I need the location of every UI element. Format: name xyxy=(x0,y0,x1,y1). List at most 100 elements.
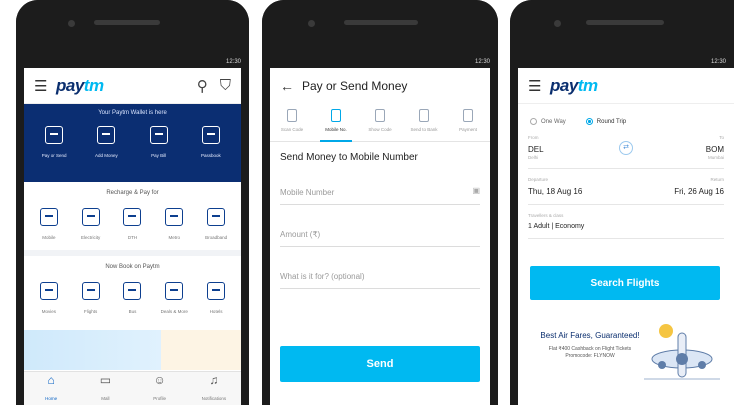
nav-label: Profile xyxy=(153,395,166,401)
tile-label: Metro xyxy=(168,235,181,240)
mobile-field-wrap: ▣ xyxy=(280,181,480,205)
form-title: Send Money to Mobile Number xyxy=(280,152,418,163)
app-header: ☰ paytm ⚲ ⛉ xyxy=(24,68,241,104)
return-date[interactable]: Return Fri, 26 Aug 16 xyxy=(674,177,724,196)
flights-screen: ☰ paytm One Way Round Trip From DEL Delh… xyxy=(518,68,734,405)
book-row: Movies Flights Bus Deals & More Hotels xyxy=(24,282,241,324)
tile-label: Bus xyxy=(128,309,137,314)
travellers-selector[interactable]: Travellers & class 1 Adult | Economy xyxy=(528,211,724,239)
camera-dot xyxy=(68,20,75,27)
tab-send-bank[interactable]: Send to Bank xyxy=(402,104,446,141)
payment-icon xyxy=(463,109,473,122)
ad-subtext: Flat ₹400 Cashback on Flight Tickets Pro… xyxy=(548,346,632,359)
bottom-nav: ⌂ Home ▭ Mall ☺ Profile ♫ Notifications xyxy=(24,371,241,405)
wallet-pay-send[interactable]: Pay or Send xyxy=(34,126,74,158)
wallet-passbook[interactable]: Passbook xyxy=(191,126,231,158)
speaker-grille xyxy=(94,20,160,25)
recharge-metro[interactable]: Metro xyxy=(154,208,194,240)
camera-dot xyxy=(554,20,561,27)
tile-label: Mobile xyxy=(42,235,56,240)
tab-label: Mobile No. xyxy=(325,127,347,132)
from-city[interactable]: From DEL Delhi xyxy=(528,135,544,160)
flights-icon xyxy=(81,282,100,300)
status-time: 12:30 xyxy=(710,59,726,65)
wallet-add-money[interactable]: Add Money xyxy=(86,126,126,158)
swap-icon[interactable]: ⇄ xyxy=(619,141,633,155)
mobile-icon xyxy=(39,208,58,226)
tab-show-code[interactable]: Show Code xyxy=(358,104,402,141)
to-city-name: Mumbai xyxy=(707,155,724,160)
bag-icon[interactable]: ⛉ xyxy=(220,77,231,94)
tab-label: Scan Code xyxy=(280,127,304,132)
hotels-icon xyxy=(207,282,226,300)
amount-field-wrap xyxy=(280,223,480,247)
tile-label: Pay or Send xyxy=(41,153,67,158)
send-money-screen: ← Pay or Send Money Scan Code Mobile No.… xyxy=(270,68,490,405)
tile-label: Add Money xyxy=(94,153,118,158)
electricity-icon xyxy=(81,208,100,226)
hamburger-icon[interactable]: ☰ xyxy=(528,77,550,95)
qr-icon xyxy=(375,109,385,122)
recharge-dth[interactable]: DTH xyxy=(112,208,152,240)
recharge-electricity[interactable]: Electricity xyxy=(71,208,111,240)
wallet-pay-bill[interactable]: Pay Bill xyxy=(139,126,179,158)
route-selector: From DEL Delhi ⇄ To BOM Mumbai xyxy=(528,133,724,169)
search-flights-button[interactable]: Search Flights xyxy=(530,266,720,300)
profile-icon: ☺ xyxy=(153,372,166,387)
bus-icon xyxy=(123,282,142,300)
hamburger-icon[interactable]: ☰ xyxy=(34,77,56,95)
one-way-option[interactable]: One Way xyxy=(530,118,566,125)
air-fares-ad[interactable]: Best Air Fares, Guaranteed! Flat ₹400 Ca… xyxy=(518,313,734,405)
nav-notifications[interactable]: ♫ Notifications xyxy=(194,373,234,405)
paytm-logo: paytm xyxy=(550,76,598,96)
phone-flights: 12:30 ☰ paytm One Way Round Trip From DE… xyxy=(510,0,734,405)
camera-dot xyxy=(308,20,315,27)
dth-icon xyxy=(123,208,142,226)
recharge-broadband[interactable]: Broadband xyxy=(196,208,236,240)
to-code: BOM xyxy=(705,145,724,154)
tab-scan-code[interactable]: Scan Code xyxy=(270,104,314,141)
wallet-band: Your Paytm Wallet is here Pay or Send Ad… xyxy=(24,104,241,182)
recharge-section: Recharge & Pay for Mobile Electricity DT… xyxy=(24,182,241,256)
departure-date[interactable]: Departure Thu, 18 Aug 16 xyxy=(528,177,582,196)
logo-tm: tm xyxy=(83,75,104,95)
travellers-label: Travellers & class xyxy=(528,213,564,218)
purpose-input[interactable] xyxy=(280,265,480,287)
book-flights[interactable]: Flights xyxy=(71,282,111,314)
nav-label: Home xyxy=(45,395,58,401)
search-icon[interactable]: ⚲ xyxy=(197,77,208,95)
phone-bezel xyxy=(16,0,249,58)
send-button[interactable]: Send xyxy=(280,346,480,382)
nav-home[interactable]: ⌂ Home xyxy=(31,373,71,405)
back-arrow-icon[interactable]: ← xyxy=(280,78,302,94)
payment-tabs: Scan Code Mobile No. Show Code Send to B… xyxy=(270,104,490,142)
recharge-title: Recharge & Pay for xyxy=(106,190,159,196)
recharge-row: Mobile Electricity DTH Metro Broadband xyxy=(24,208,241,250)
book-section: Now Book on Paytm Movies Flights Bus Dea… xyxy=(24,256,241,324)
radio-icon xyxy=(530,118,537,125)
book-hotels[interactable]: Hotels xyxy=(196,282,236,314)
mobile-number-input[interactable] xyxy=(280,181,480,203)
tab-payment[interactable]: Payment xyxy=(446,104,490,141)
screenshot-stage: 12:30 ☰ paytm ⚲ ⛉ Your Paytm Wallet is h… xyxy=(0,0,734,405)
tab-mobile-no[interactable]: Mobile No. xyxy=(314,104,358,142)
promo-banner[interactable] xyxy=(24,330,241,370)
nav-label: Mall xyxy=(101,395,110,401)
trip-type-toggle: One Way Round Trip xyxy=(518,104,734,125)
recharge-mobile[interactable]: Mobile xyxy=(29,208,69,240)
book-movies[interactable]: Movies xyxy=(29,282,69,314)
contacts-icon[interactable]: ▣ xyxy=(472,186,480,195)
book-deals[interactable]: Deals & More xyxy=(154,282,194,314)
speaker-grille xyxy=(344,20,418,25)
logo-pay: pay xyxy=(56,75,84,95)
amount-input[interactable] xyxy=(280,223,480,245)
round-trip-option[interactable]: Round Trip xyxy=(585,118,626,125)
phone-send-money: 12:30 ← Pay or Send Money Scan Code Mobi… xyxy=(262,0,498,405)
deals-icon xyxy=(165,282,184,300)
logo-tm: tm xyxy=(577,75,598,95)
nav-profile[interactable]: ☺ Profile xyxy=(140,373,180,405)
book-bus[interactable]: Bus xyxy=(112,282,152,314)
nav-mall[interactable]: ▭ Mall xyxy=(85,373,125,405)
tab-label: Show Code xyxy=(368,127,392,132)
to-city[interactable]: To BOM Mumbai xyxy=(706,135,724,160)
